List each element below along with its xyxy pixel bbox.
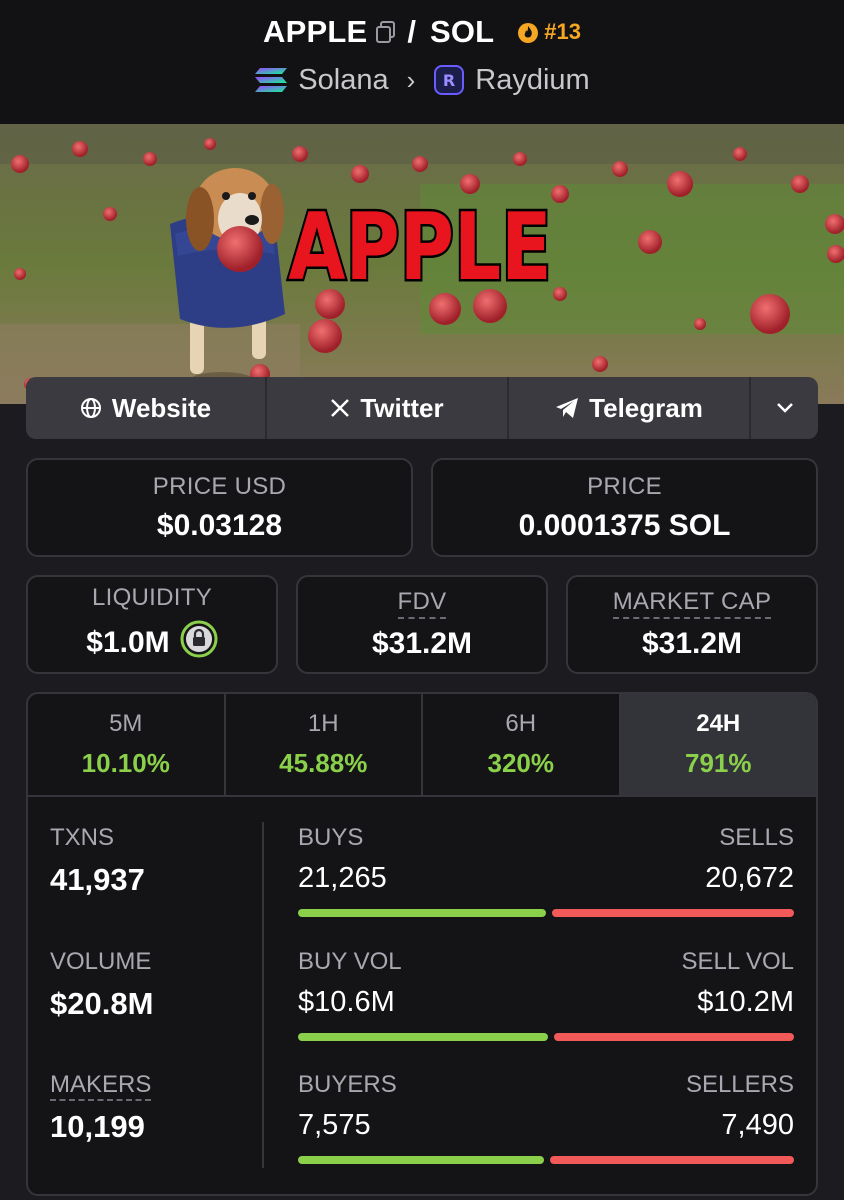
- chevron-right-icon: ›: [406, 64, 416, 95]
- token-banner-image: APPLE: [0, 124, 844, 404]
- chain-name-link[interactable]: Solana: [298, 64, 388, 97]
- website-link-label: Website: [111, 392, 212, 423]
- price-change-value: 320%: [487, 748, 555, 778]
- timeframe-tabs: 5M 10.10% 1H 45.88% 6H 320% 24H 791%: [28, 694, 816, 797]
- liquidity-label: LIQUIDITY: [91, 583, 213, 611]
- fdv-value: $31.2M: [371, 627, 473, 660]
- price-change-value: 45.88%: [279, 748, 368, 778]
- telegram-link-label: Telegram: [589, 392, 703, 423]
- sells-label: SELLS: [719, 824, 794, 851]
- price-change-value: 791%: [685, 748, 752, 778]
- buys-label: BUYS: [298, 824, 364, 851]
- chevron-down-icon: [776, 403, 793, 413]
- tab-label: 5M: [109, 710, 143, 737]
- buyers-value: 7,575: [298, 1109, 371, 1141]
- price-usd-card: PRICE USD $0.03128: [26, 458, 413, 557]
- tab-label: 24H: [696, 710, 741, 737]
- market-cap-label[interactable]: MARKET CAP: [612, 588, 772, 619]
- txns-label: TXNS: [50, 824, 115, 851]
- buyers-sellers-ratio-bar: [298, 1156, 794, 1164]
- fdv-label[interactable]: FDV: [397, 588, 447, 619]
- buy-share-bar: [298, 1033, 548, 1041]
- flame-icon: [518, 23, 539, 43]
- tab-6h[interactable]: 6H 320%: [423, 694, 621, 795]
- price-native-label: PRICE: [587, 472, 662, 500]
- raydium-logo-icon: R: [433, 64, 465, 96]
- social-links-bar: Website Twitter Telegram: [26, 377, 818, 439]
- sell-share-bar: [550, 1156, 794, 1164]
- globe-icon: [80, 398, 101, 418]
- rank-label: #13: [544, 19, 582, 44]
- price-usd-label: PRICE USD: [152, 472, 287, 500]
- tab-1h[interactable]: 1H 45.88%: [226, 694, 423, 795]
- x-logo-icon: [331, 399, 350, 417]
- pair-title: APPLE / SOL #13: [0, 12, 844, 52]
- market-cap-card: MARKET CAP $31.2M: [566, 575, 818, 674]
- svg-text:R: R: [443, 71, 455, 90]
- liquidity-value: $1.0M: [86, 625, 170, 659]
- sellers-label: SELLERS: [685, 1071, 794, 1098]
- fdv-card: FDV $31.2M: [296, 575, 548, 674]
- banner-title: APPLE: [288, 193, 551, 301]
- twitter-link-button[interactable]: Twitter: [267, 377, 509, 439]
- tab-24h[interactable]: 24H 791%: [620, 694, 816, 795]
- quote-token-symbol: SOL: [429, 14, 495, 49]
- market-cap-value: $31.2M: [641, 627, 743, 660]
- txns-value: 41,937: [50, 862, 145, 897]
- pair-separator: /: [407, 14, 416, 49]
- makers-label[interactable]: MAKERS: [50, 1071, 152, 1101]
- buyers-sellers-row: BUYERS SELLERS 7,575 7,490: [298, 1071, 794, 1164]
- sellers-value: 7,490: [721, 1109, 794, 1141]
- copy-icon[interactable]: [375, 20, 397, 44]
- buys-sells-ratio-bar: [298, 909, 794, 917]
- buys-sells-row: BUYS SELLS 21,265 20,672: [298, 824, 794, 917]
- column-divider: [262, 822, 264, 1168]
- tab-5m[interactable]: 5M 10.10%: [28, 694, 226, 795]
- trending-rank-badge[interactable]: #13: [516, 19, 581, 45]
- buyers-label: BUYERS: [298, 1071, 397, 1098]
- volume-label: VOLUME: [50, 948, 152, 975]
- buy-sell-volume-ratio-bar: [298, 1033, 794, 1041]
- buy-vol-label: BUY VOL: [298, 948, 402, 975]
- trading-stats-panel: 5M 10.10% 1H 45.88% 6H 320% 24H 791% TXN…: [26, 692, 818, 1196]
- more-links-dropdown[interactable]: [751, 377, 818, 439]
- buy-share-bar: [298, 909, 547, 917]
- chain-breadcrumb: Solana › R Raydium: [0, 60, 844, 100]
- solana-logo-icon: [254, 66, 288, 94]
- sell-vol-value: $10.2M: [697, 986, 794, 1018]
- sells-value: 20,672: [705, 862, 794, 894]
- price-native-value: 0.0001375 SOL: [518, 508, 731, 542]
- sell-vol-label: SELL VOL: [681, 948, 794, 975]
- buy-share-bar: [298, 1156, 545, 1164]
- price-native-card: PRICE 0.0001375 SOL: [431, 458, 818, 557]
- buy-sell-volume-row: BUY VOL SELL VOL $10.6M $10.2M: [298, 948, 794, 1041]
- twitter-link-label: Twitter: [360, 392, 444, 423]
- volume-value: $20.8M: [50, 986, 154, 1021]
- base-token-symbol: APPLE: [262, 14, 368, 49]
- sell-share-bar: [552, 909, 794, 917]
- tab-label: 6H: [505, 710, 537, 737]
- sell-share-bar: [553, 1033, 794, 1041]
- liquidity-card: LIQUIDITY $1.0M: [26, 575, 278, 674]
- price-change-value: 10.10%: [81, 748, 170, 778]
- buys-value: 21,265: [298, 862, 387, 894]
- lock-icon[interactable]: [180, 620, 218, 666]
- dex-name-link[interactable]: Raydium: [475, 64, 589, 97]
- makers-value: 10,199: [50, 1109, 145, 1144]
- telegram-icon: [556, 398, 579, 418]
- price-usd-value: $0.03128: [156, 508, 283, 542]
- buy-vol-value: $10.6M: [298, 986, 395, 1018]
- tab-label: 1H: [307, 710, 339, 737]
- pair-header: APPLE / SOL #13 Solana › R Raydium: [0, 0, 844, 124]
- totals-column: TXNS 41,937 VOLUME $20.8M MAKERS 10,199: [50, 824, 260, 1145]
- website-link-button[interactable]: Website: [26, 377, 267, 439]
- telegram-link-button[interactable]: Telegram: [509, 377, 751, 439]
